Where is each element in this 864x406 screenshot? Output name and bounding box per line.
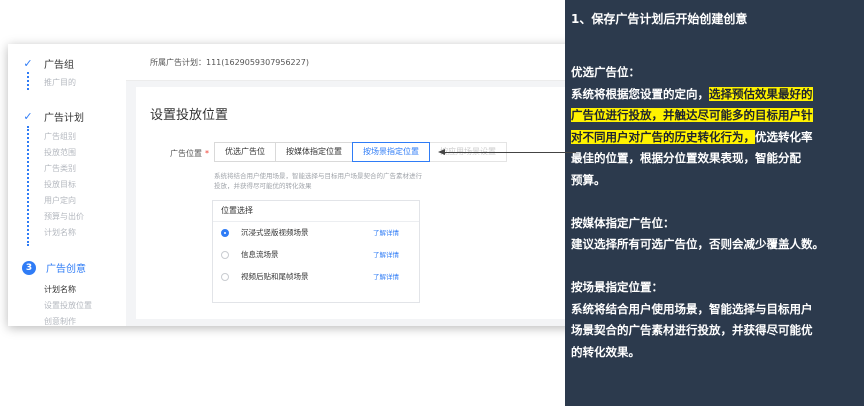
step-ad-group[interactable]: ✓ 广告组 — [22, 56, 74, 71]
highlight-text: 选择预估效果最好的 — [709, 86, 813, 101]
details-link[interactable]: 了解详情 — [373, 244, 399, 266]
tab-by-scene[interactable]: 按场景指定位置 — [352, 142, 430, 162]
sub-item[interactable]: 投放目标 — [44, 179, 76, 190]
note-text: 系统将结合用户使用场景，智能选择与目标用户 — [571, 301, 813, 316]
sub-item[interactable]: 广告类别 — [44, 163, 76, 174]
sub-item[interactable]: 计划名称 — [44, 284, 76, 295]
step-connector — [27, 72, 31, 90]
note-heading: 1、保存广告计划后开始创建创意 — [571, 12, 748, 26]
sub-item[interactable]: 预算与出价 — [44, 211, 84, 222]
plan-name: 所属广告计划：111(1629059307956227) — [150, 58, 309, 67]
step-label: 广告计划 — [44, 113, 84, 124]
step-label: 广告创意 — [46, 264, 86, 275]
step-label: 广告组 — [44, 60, 74, 71]
sub-item[interactable]: 广告组别 — [44, 131, 76, 142]
note-text: 场景契合的广告素材进行投放，并获得尽可能优 — [571, 323, 813, 337]
screenshot-card: ✓ 广告组 推广目的 ✓ 广告计划 广告组别 投放范围 广告类别 投放目标 用户… — [8, 44, 576, 326]
sub-item[interactable]: 创意制作 — [44, 316, 76, 326]
location-header: 位置选择 — [213, 201, 419, 222]
section-title: 按媒体指定广告位： — [571, 215, 675, 230]
note-text: 建议选择所有可选广告位，否则会减少覆盖人数。 — [571, 237, 824, 251]
details-link[interactable]: 了解详情 — [373, 222, 399, 244]
field-label: 广告位置 * — [170, 148, 209, 159]
note-text: 系统将根据您设置的定向， — [571, 86, 709, 101]
sub-item[interactable]: 用户定向 — [44, 195, 76, 206]
location-name: 沉浸式竖版视频场景 — [241, 228, 309, 237]
page-title: 设置投放位置 — [150, 108, 229, 123]
details-link[interactable]: 了解详情 — [373, 266, 399, 288]
step-ad-creative[interactable]: 3 广告创意 — [22, 260, 86, 275]
location-name: 信息流场景 — [241, 250, 279, 259]
note-text: 的转化效果。 — [571, 344, 640, 359]
highlight-text: 广告位进行投放，并触达尽可能多的目标用户针 — [571, 108, 813, 122]
radio-unselected[interactable] — [221, 273, 229, 281]
sub-item[interactable]: 计划名称 — [44, 227, 76, 238]
annotation-panel: 1、保存广告计划后开始创建创意 优选广告位： 系统将根据您设置的定向，选择预估效… — [565, 0, 864, 406]
tab-description: 系统将结合用户使用场景，智能选择与目标用户场景契合的广告素材进行投放，并获得尽可… — [214, 172, 422, 190]
step-ad-plan[interactable]: ✓ 广告计划 — [22, 109, 84, 124]
radio-unselected[interactable] — [221, 251, 229, 259]
steps-sidebar: ✓ 广告组 推广目的 ✓ 广告计划 广告组别 投放范围 广告类别 投放目标 用户… — [8, 44, 126, 326]
location-row[interactable]: 视频后贴和尾帧场景 了解详情 — [213, 266, 419, 288]
sub-item[interactable]: 投放范围 — [44, 147, 76, 158]
tab-by-media[interactable]: 按媒体指定位置 — [275, 142, 353, 162]
required-mark: * — [205, 149, 209, 158]
location-row[interactable]: 信息流场景 了解详情 — [213, 244, 419, 266]
radio-selected[interactable] — [221, 229, 229, 237]
field-label-text: 广告位置 — [170, 149, 202, 158]
location-name: 视频后贴和尾帧场景 — [241, 272, 309, 281]
check-icon: ✓ — [23, 56, 33, 70]
pointer-arrow — [444, 152, 576, 153]
note-text: 最佳的位置，根据分位置效果表现，智能分配 — [571, 151, 801, 165]
top-bar: 所属广告计划：111(1629059307956227) — [126, 44, 576, 81]
tab-preferred[interactable]: 优选广告位 — [214, 142, 276, 162]
placement-panel: 设置投放位置 广告位置* 优选广告位 按媒体指定位置 按场景指定位置 按应用场景… — [136, 87, 576, 319]
sub-item[interactable]: 推广目的 — [44, 77, 76, 88]
note-text: 优选转化率 — [755, 129, 813, 144]
step-connector — [27, 126, 31, 246]
step-number: 3 — [22, 260, 36, 275]
location-row[interactable]: 沉浸式竖版视频场景 了解详情 — [213, 222, 419, 244]
section-title: 按场景指定位置： — [571, 280, 663, 294]
note-text: 预算。 — [571, 172, 606, 187]
section-title: 优选广告位： — [571, 65, 640, 79]
check-icon: ✓ — [23, 109, 33, 123]
note-body: 优选广告位： 系统将根据您设置的定向，选择预估效果最好的 广告位进行投放，并触达… — [571, 62, 861, 363]
location-box: 位置选择 沉浸式竖版视频场景 了解详情 信息流场景 了解详情 视频后贴和尾帧场景… — [212, 200, 420, 303]
highlight-text: 对不同用户对广告的历史转化行为， — [571, 129, 755, 144]
sub-item[interactable]: 设置投放位置 — [44, 300, 92, 311]
